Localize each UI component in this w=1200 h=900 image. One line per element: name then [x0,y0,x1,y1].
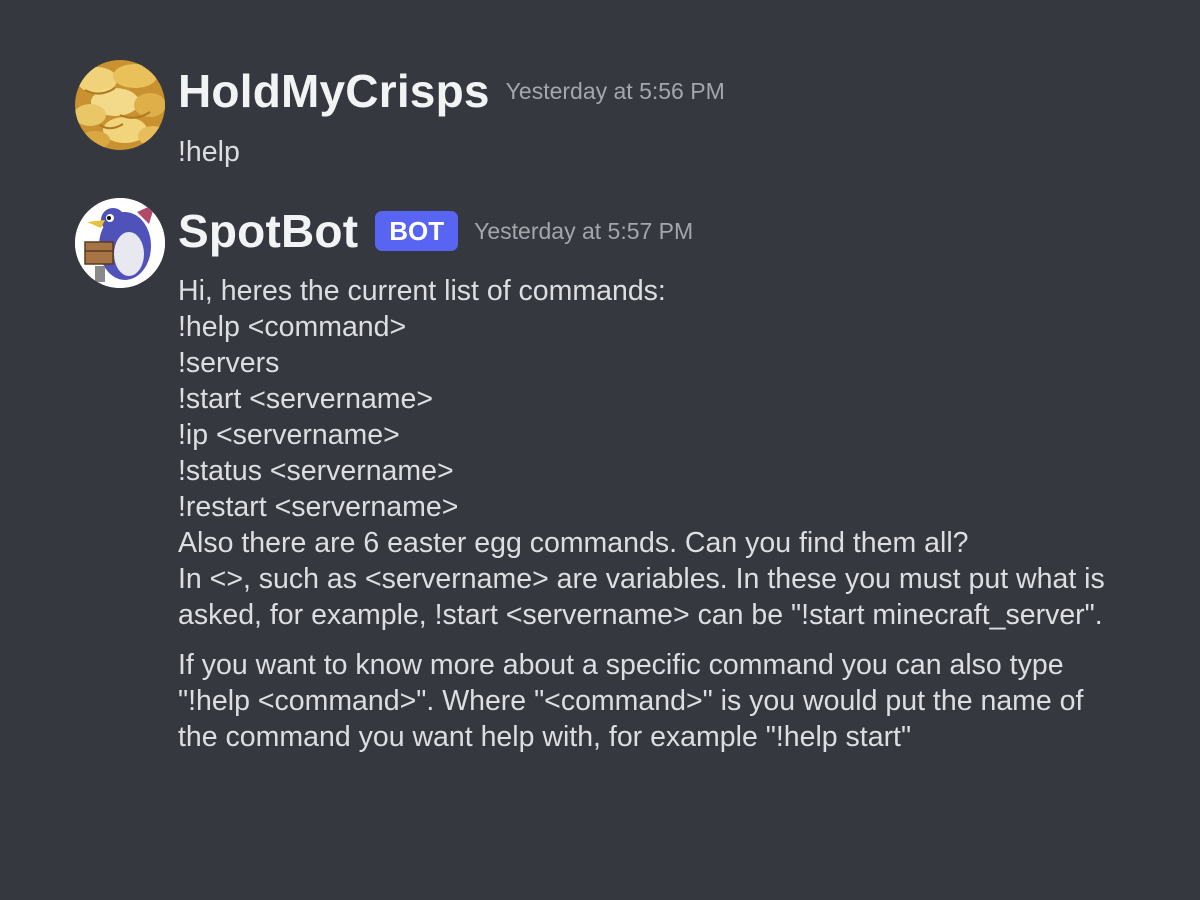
bot-avatar[interactable] [75,198,165,288]
crisps-avatar-icon [75,60,165,150]
message-content: Hi, heres the current list of commands: … [178,273,1118,755]
message-line: In <>, such as <servername> are variable… [178,563,1105,631]
message-line: !ip <servername> [178,419,400,451]
message-line: Also there are 6 easter egg commands. Ca… [178,527,969,559]
timestamp: Yesterday at 5:56 PM [505,77,725,104]
message-line: !help <command> [178,311,407,343]
message-line: !start <servername> [178,383,434,415]
message-text: !help [178,136,240,168]
message-paragraph: Hi, heres the current list of commands: … [178,273,1118,633]
timestamp: Yesterday at 5:57 PM [474,217,694,244]
message-line: Hi, heres the current list of commands: [178,275,666,307]
penguin-bot-avatar-icon [75,198,165,288]
username[interactable]: HoldMyCrisps [178,64,490,118]
message-paragraph: If you want to know more about a specifi… [178,649,1084,753]
message-line: !servers [178,347,280,379]
message-content: !help [178,134,1118,170]
message-header: HoldMyCrisps Yesterday at 5:56 PM [178,64,725,118]
bot-badge: BOT [375,211,459,251]
username[interactable]: SpotBot [178,204,358,258]
message-header: SpotBot BOT Yesterday at 5:57 PM [178,204,693,258]
message-line: !restart <servername> [178,491,459,523]
message-line: !status <servername> [178,455,454,487]
user-avatar[interactable] [75,60,165,150]
